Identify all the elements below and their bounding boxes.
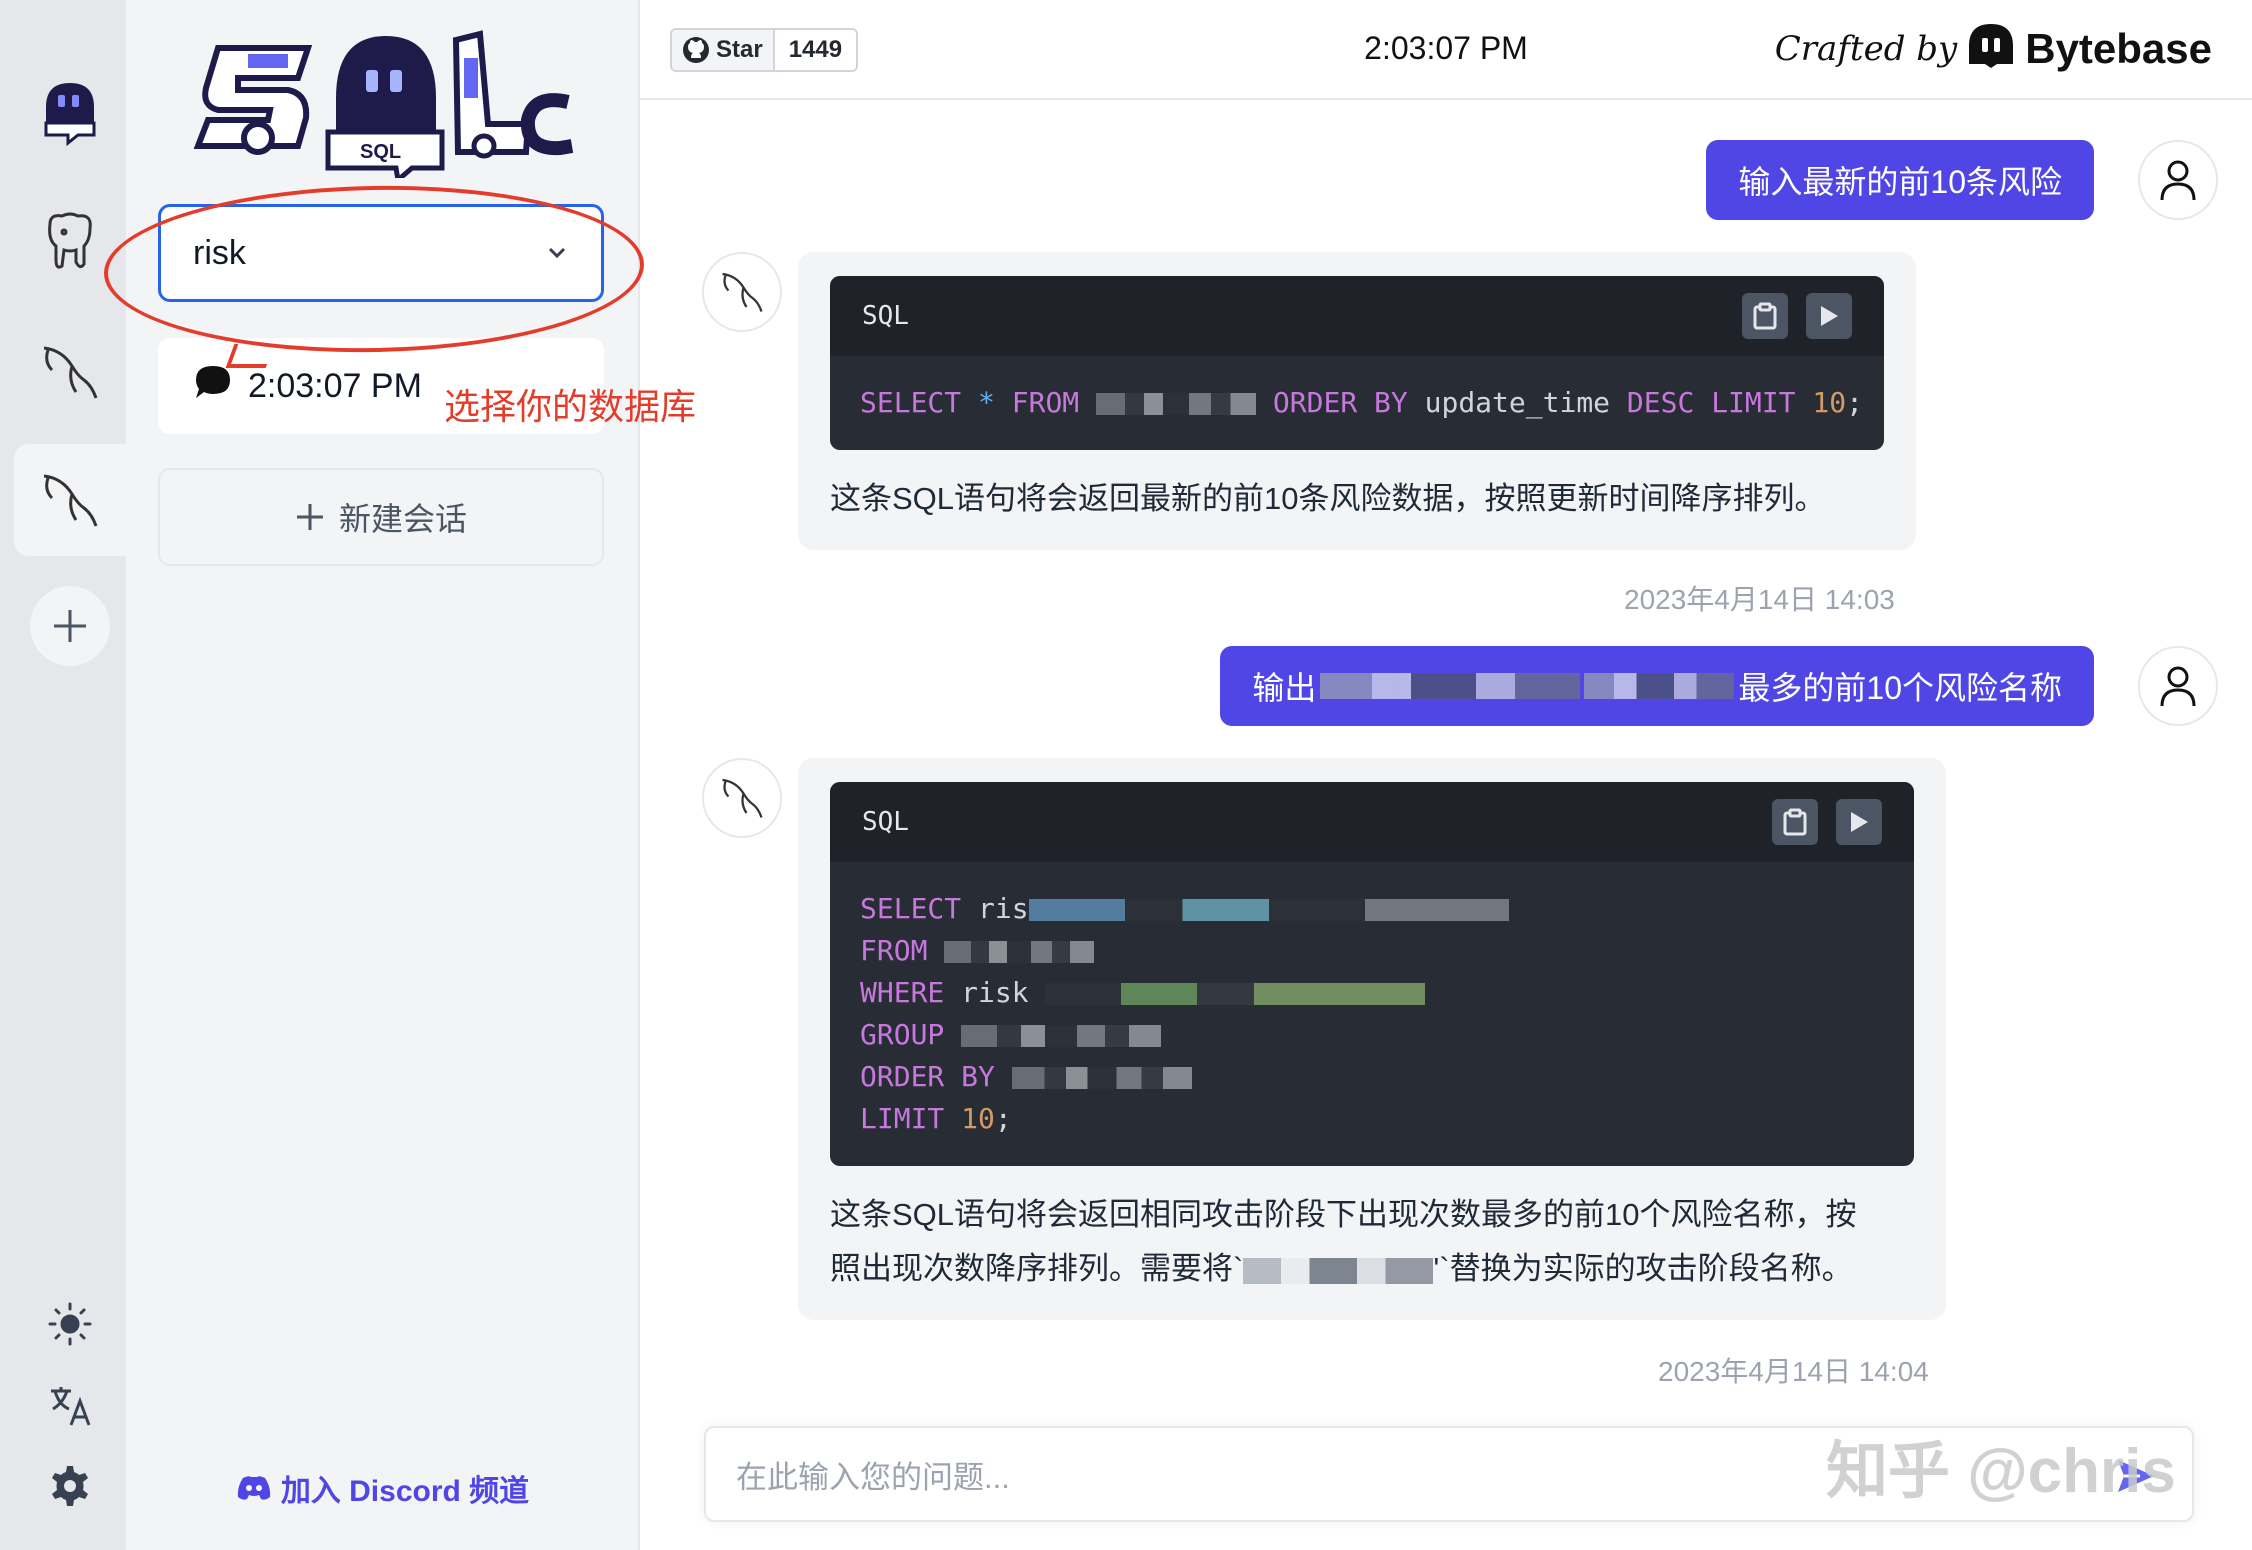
watermark: 知乎 @chris (1826, 1437, 2176, 1506)
play-icon (1821, 306, 1838, 326)
bot-reply-text: 这条SQL语句将会返回最新的前10条风险数据，按照更新时间降序排列。 (830, 481, 1826, 516)
conversation-title: 2:03:07 PM (248, 366, 422, 405)
mysql-icon[interactable] (14, 316, 126, 428)
icon-rail (0, 0, 126, 1550)
user-message-text: 输入最新的前10条风险 (1738, 164, 2062, 200)
add-connection-button[interactable] (30, 586, 110, 666)
add-icon (54, 610, 86, 642)
code-language-label: SQL (862, 807, 909, 837)
bytebase-brand: Bytebase (2025, 24, 2212, 72)
sun-icon[interactable] (44, 1298, 96, 1350)
user-icon (2160, 160, 2196, 201)
message-timestamp: 2023年4月14日 14:03 (1624, 584, 1895, 615)
chat-bubble-icon (194, 364, 232, 409)
message-timestamp: 2023年4月14日 14:04 (1658, 1356, 1929, 1387)
mysql-icon-active[interactable] (14, 444, 126, 556)
bot-message-card: SQL SELECT * FROM ORDER BY update_time D… (798, 252, 1916, 550)
bytebase-logo-icon (1967, 22, 2015, 75)
user-message: 输出 最多的前10个风险名称 (1220, 646, 2094, 726)
code-block: SQL SELECT * FROM ORDER BY update_time D… (830, 276, 1884, 450)
discord-icon (237, 1476, 270, 1500)
top-header: Star 1449 2:03:07 PM Crafted by Bytebase (640, 0, 2252, 100)
clipboard-icon (1753, 302, 1777, 330)
mysql-icon (722, 272, 763, 312)
new-chat-button[interactable]: 新建会话 (158, 468, 604, 566)
gear-icon[interactable] (44, 1460, 96, 1512)
plus-icon (296, 504, 323, 530)
sql-chat-logo-icon[interactable] (14, 56, 126, 168)
play-icon (1851, 812, 1868, 832)
bot-reply-text: 这条SQL语句将会返回相同攻击阶段下出现次数最多的前10个风险名称，按 照出现次… (830, 1197, 1857, 1286)
run-button[interactable] (1836, 799, 1882, 845)
discord-link[interactable]: 加入 Discord 频道 (126, 1466, 640, 1510)
discord-label: 加入 Discord 频道 (280, 1475, 530, 1508)
sql-chat-logo: SQL (188, 28, 588, 185)
svg-text:SQL: SQL (360, 141, 401, 163)
user-avatar (2138, 140, 2218, 220)
code-block: SQL SELECT ris FROM WHERE risk GROUP ORD… (830, 782, 1914, 1166)
redacted-text (1320, 673, 1581, 699)
sql-code: SELECT * FROM ORDER BY update_time DESC … (860, 386, 1863, 419)
crafted-by-link[interactable]: Crafted by Bytebase (1775, 22, 2212, 75)
clipboard-icon (1783, 808, 1807, 836)
question-input-placeholder: 在此输入您的问题... (736, 1459, 1010, 1495)
bot-message-card: SQL SELECT ris FROM WHERE risk GROUP ORD… (798, 758, 1946, 1320)
redacted-text (1584, 673, 1735, 699)
user-message: 输入最新的前10条风险 (1706, 140, 2094, 220)
run-button[interactable] (1806, 293, 1852, 339)
mysql-icon (722, 778, 763, 818)
code-language-label: SQL (862, 301, 909, 331)
new-chat-label: 新建会话 (338, 501, 467, 537)
user-avatar (2138, 646, 2218, 726)
user-icon (2160, 666, 2196, 707)
translate-icon[interactable] (44, 1380, 96, 1432)
crafted-by-text: Crafted by (1774, 28, 1958, 69)
bot-avatar (702, 758, 782, 838)
bot-avatar (702, 252, 782, 332)
sql-code: SELECT ris FROM WHERE risk GROUP ORDER B… (830, 862, 1914, 1166)
annotation-text: 选择你的数据库 (444, 386, 697, 427)
copy-button[interactable] (1742, 293, 1788, 339)
copy-button[interactable] (1772, 799, 1818, 845)
